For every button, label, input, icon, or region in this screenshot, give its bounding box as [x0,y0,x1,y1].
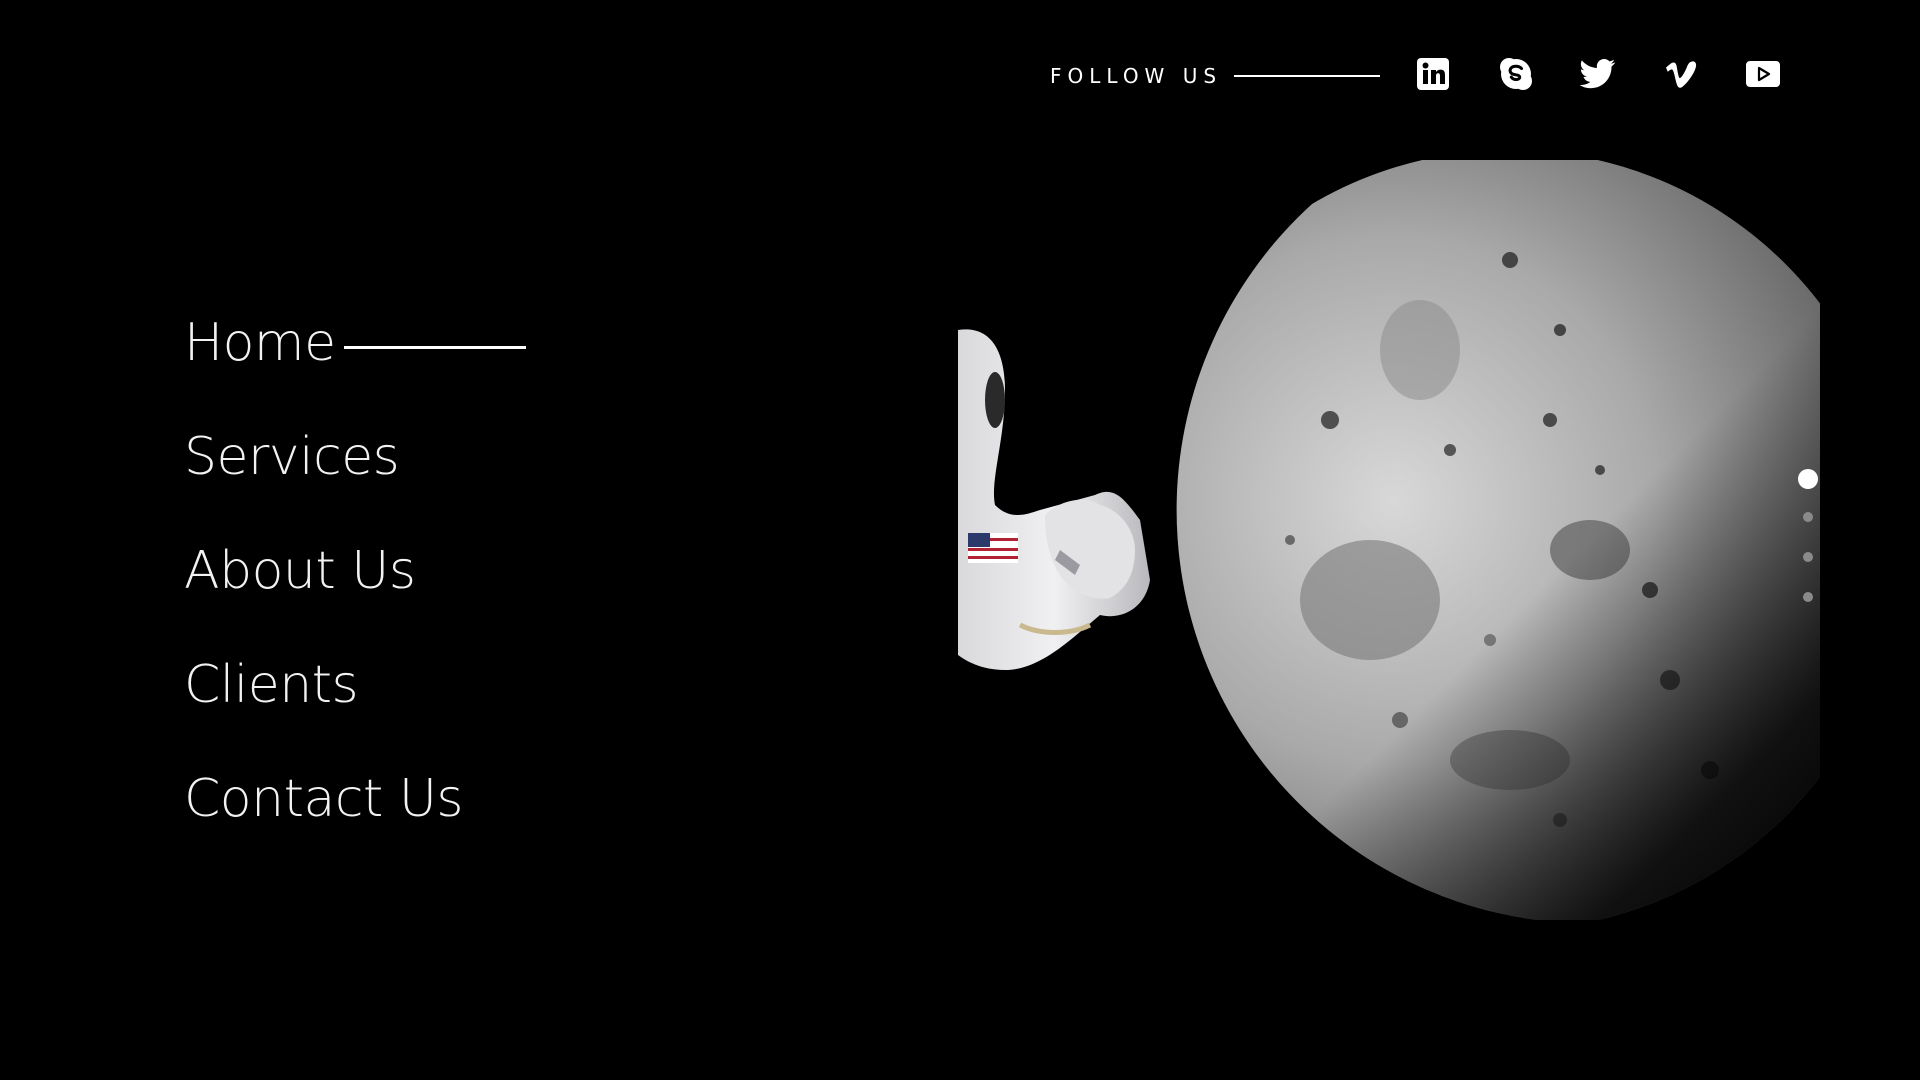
follow-us-divider [1234,75,1381,77]
linkedin-icon[interactable] [1413,54,1453,94]
main-navigation: Home Services About Us Clients Contact U… [184,286,526,856]
skype-icon[interactable] [1496,54,1536,94]
follow-us-label: FOLLOW US [1050,64,1223,88]
nav-item-services[interactable]: Services [184,400,526,514]
nav-item-label: About Us [184,541,416,601]
pagination-dot[interactable] [1803,592,1813,602]
nav-item-label: Home [184,313,336,373]
nav-item-contact-us[interactable]: Contact Us [184,742,526,856]
nav-item-label: Clients [184,655,359,715]
follow-us-bar: FOLLOW US [1050,56,1381,96]
moon-image [1176,160,1820,920]
nav-item-label: Contact Us [184,769,464,829]
astronaut-image [958,329,1150,670]
pagination-dot-active[interactable] [1798,469,1818,489]
hero-illustration [950,120,1850,920]
nav-item-label: Services [184,427,400,487]
pagination-dot[interactable] [1803,512,1813,522]
nav-item-home[interactable]: Home [184,286,526,400]
twitter-icon[interactable] [1578,54,1618,94]
active-indicator-line [343,345,526,349]
nav-item-about-us[interactable]: About Us [184,514,526,628]
social-links [1413,54,1783,94]
pagination-dot[interactable] [1803,552,1813,562]
youtube-icon[interactable] [1743,54,1783,94]
nav-item-clients[interactable]: Clients [184,628,526,742]
vimeo-icon[interactable] [1661,54,1701,94]
slide-pagination [1798,469,1818,632]
